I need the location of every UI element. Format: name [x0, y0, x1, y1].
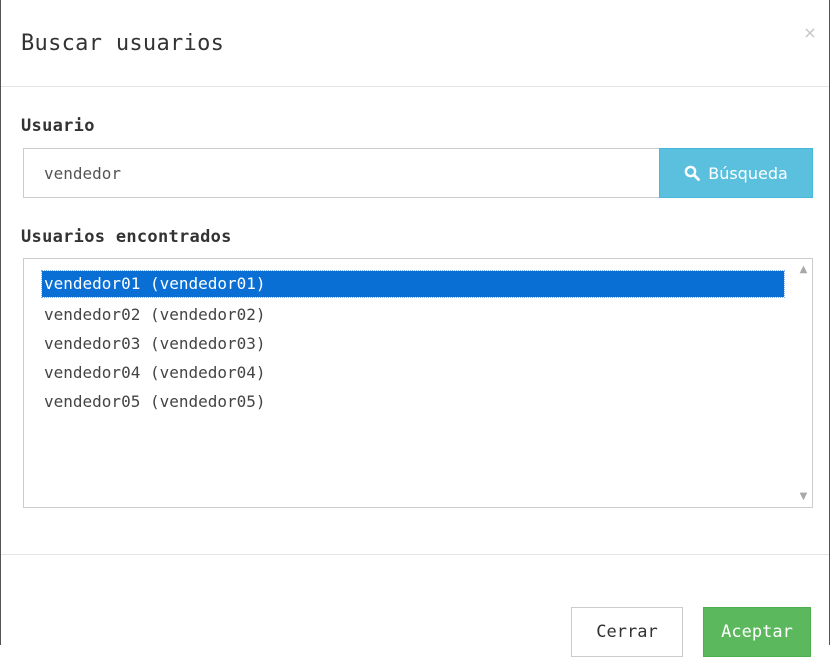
dialog-title: Buscar usuarios: [21, 31, 225, 56]
search-icon: [684, 165, 701, 181]
user-search-input[interactable]: [23, 148, 659, 198]
list-item[interactable]: vendedor04 (vendedor04): [42, 358, 784, 387]
dialog-footer: Cerrar Aceptar: [1, 554, 829, 657]
user-field-label: Usuario: [21, 116, 95, 136]
list-item[interactable]: vendedor01 (vendedor01): [41, 270, 785, 298]
list-item[interactable]: vendedor02 (vendedor02): [42, 300, 784, 329]
dialog-header: Buscar usuarios ×: [1, 0, 829, 87]
search-button-label: Búsqueda: [708, 163, 788, 183]
list-item[interactable]: vendedor03 (vendedor03): [42, 329, 784, 358]
close-icon[interactable]: ×: [801, 24, 819, 42]
accept-button[interactable]: Aceptar: [703, 607, 811, 657]
found-users-label: Usuarios encontrados: [21, 227, 232, 247]
cancel-button[interactable]: Cerrar: [571, 607, 683, 657]
search-group: Búsqueda: [23, 148, 813, 198]
search-users-dialog: Buscar usuarios × Usuario Búsqueda Usuar…: [0, 0, 830, 657]
search-button[interactable]: Búsqueda: [659, 148, 813, 198]
list-item[interactable]: vendedor05 (vendedor05): [42, 387, 784, 416]
scroll-down-arrow-icon[interactable]: ▼: [795, 488, 812, 505]
found-users-listbox[interactable]: vendedor01 (vendedor01) vendedor02 (vende…: [23, 258, 813, 508]
listbox-scrollbar[interactable]: ▲ ▼: [795, 259, 812, 507]
scroll-up-arrow-icon[interactable]: ▲: [795, 261, 812, 278]
list-items: vendedor01 (vendedor01) vendedor02 (vende…: [41, 270, 785, 416]
